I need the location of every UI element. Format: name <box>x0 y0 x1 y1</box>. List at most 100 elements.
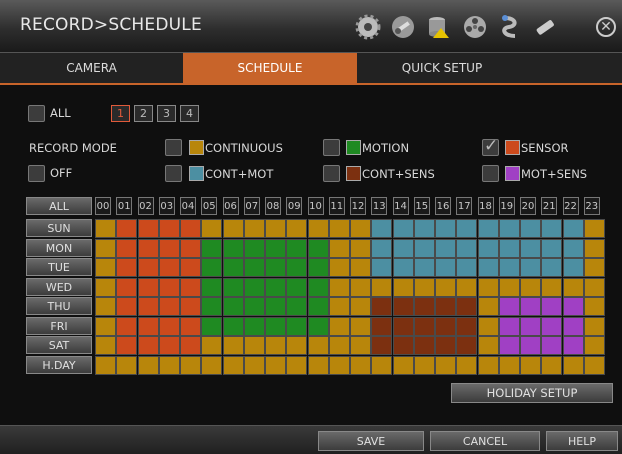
schedule-cell[interactable] <box>498 238 520 258</box>
holiday-setup-button[interactable]: HOLIDAY SETUP <box>451 383 613 403</box>
schedule-cell[interactable] <box>583 336 605 355</box>
schedule-cell[interactable] <box>116 258 138 277</box>
schedule-cell[interactable] <box>286 355 308 375</box>
schedule-cell[interactable] <box>413 355 435 375</box>
schedule-cell[interactable] <box>371 219 393 238</box>
hour-header-20[interactable]: 20 <box>520 197 536 215</box>
schedule-cell[interactable] <box>243 238 265 258</box>
schedule-cell[interactable] <box>243 355 265 375</box>
schedule-cell[interactable] <box>456 316 478 336</box>
all-cameras-checkbox[interactable] <box>28 105 45 122</box>
hour-header-13[interactable]: 13 <box>371 197 388 215</box>
grid-all-button[interactable]: ALL <box>26 197 92 215</box>
schedule-cell[interactable] <box>520 336 541 355</box>
schedule-cell[interactable] <box>201 258 223 277</box>
schedule-cell[interactable] <box>392 219 414 238</box>
schedule-cell[interactable] <box>498 316 520 336</box>
hour-header-02[interactable]: 02 <box>137 197 154 215</box>
schedule-cell[interactable] <box>562 355 584 375</box>
schedule-cell[interactable] <box>116 277 138 297</box>
schedule-cell[interactable] <box>222 316 244 336</box>
schedule-cell[interactable] <box>243 277 265 297</box>
film-reel-icon[interactable] <box>462 14 488 40</box>
cont-mot-checkbox[interactable] <box>165 165 182 182</box>
hour-header-01[interactable]: 01 <box>116 197 133 215</box>
tab-schedule[interactable]: SCHEDULE <box>183 53 357 83</box>
schedule-cell[interactable] <box>456 238 478 258</box>
schedule-cell[interactable] <box>371 336 393 355</box>
schedule-cell[interactable] <box>456 219 478 238</box>
schedule-cell[interactable] <box>158 336 180 355</box>
motion-checkbox[interactable] <box>323 139 340 156</box>
schedule-cell[interactable] <box>350 258 371 277</box>
schedule-cell[interactable] <box>350 355 371 375</box>
hour-header-09[interactable]: 09 <box>286 197 303 215</box>
hour-header-18[interactable]: 18 <box>477 197 494 215</box>
schedule-cell[interactable] <box>413 238 435 258</box>
schedule-cell[interactable] <box>180 336 201 355</box>
network-icon[interactable] <box>497 14 523 40</box>
schedule-cell[interactable] <box>116 219 138 238</box>
schedule-cell[interactable] <box>477 355 499 375</box>
schedule-cell[interactable] <box>562 277 584 297</box>
schedule-cell[interactable] <box>180 238 201 258</box>
schedule-cell[interactable] <box>350 336 371 355</box>
schedule-cell[interactable] <box>116 238 138 258</box>
schedule-cell[interactable] <box>413 219 435 238</box>
schedule-cell[interactable] <box>222 355 244 375</box>
schedule-cell[interactable] <box>562 297 584 316</box>
schedule-cell[interactable] <box>583 355 605 375</box>
schedule-cell[interactable] <box>158 238 180 258</box>
schedule-cell[interactable] <box>541 238 563 258</box>
schedule-cell[interactable] <box>180 277 201 297</box>
schedule-cell[interactable] <box>307 336 329 355</box>
schedule-cell[interactable] <box>413 336 435 355</box>
schedule-cell[interactable] <box>158 316 180 336</box>
schedule-cell[interactable] <box>222 277 244 297</box>
schedule-cell[interactable] <box>286 297 308 316</box>
schedule-cell[interactable] <box>541 277 563 297</box>
tab-camera[interactable]: CAMERA <box>0 53 183 83</box>
schedule-cell[interactable] <box>541 336 563 355</box>
schedule-cell[interactable] <box>371 297 393 316</box>
schedule-cell[interactable] <box>562 238 584 258</box>
schedule-cell[interactable] <box>180 258 201 277</box>
schedule-cell[interactable] <box>137 238 159 258</box>
schedule-cell[interactable] <box>520 258 541 277</box>
schedule-cell[interactable] <box>201 297 223 316</box>
schedule-cell[interactable] <box>477 316 499 336</box>
continuous-checkbox[interactable] <box>165 139 182 156</box>
schedule-cell[interactable] <box>435 355 456 375</box>
hour-header-07[interactable]: 07 <box>243 197 260 215</box>
schedule-cell[interactable] <box>328 336 350 355</box>
schedule-cell[interactable] <box>520 277 541 297</box>
schedule-cell[interactable] <box>286 219 308 238</box>
day-button-tue[interactable]: TUE <box>26 258 92 276</box>
schedule-cell[interactable] <box>137 336 159 355</box>
schedule-cell[interactable] <box>583 219 605 238</box>
schedule-cell[interactable] <box>456 336 478 355</box>
schedule-cell[interactable] <box>435 238 456 258</box>
hour-header-22[interactable]: 22 <box>562 197 579 215</box>
schedule-cell[interactable] <box>371 258 393 277</box>
schedule-cell[interactable] <box>520 355 541 375</box>
hour-header-17[interactable]: 17 <box>456 197 473 215</box>
hour-header-11[interactable]: 11 <box>328 197 345 215</box>
schedule-cell[interactable] <box>307 219 329 238</box>
schedule-cell[interactable] <box>477 238 499 258</box>
camera-page-2[interactable]: 2 <box>134 105 153 122</box>
schedule-cell[interactable] <box>307 277 329 297</box>
schedule-cell[interactable] <box>158 277 180 297</box>
schedule-cell[interactable] <box>392 238 414 258</box>
schedule-cell[interactable] <box>137 355 159 375</box>
schedule-cell[interactable] <box>243 297 265 316</box>
schedule-cell[interactable] <box>498 336 520 355</box>
schedule-cell[interactable] <box>477 336 499 355</box>
hour-header-12[interactable]: 12 <box>350 197 366 215</box>
cancel-button[interactable]: CANCEL <box>430 431 540 451</box>
schedule-cell[interactable] <box>222 258 244 277</box>
schedule-cell[interactable] <box>392 297 414 316</box>
schedule-cell[interactable] <box>307 355 329 375</box>
schedule-cell[interactable] <box>520 238 541 258</box>
hour-header-03[interactable]: 03 <box>158 197 175 215</box>
